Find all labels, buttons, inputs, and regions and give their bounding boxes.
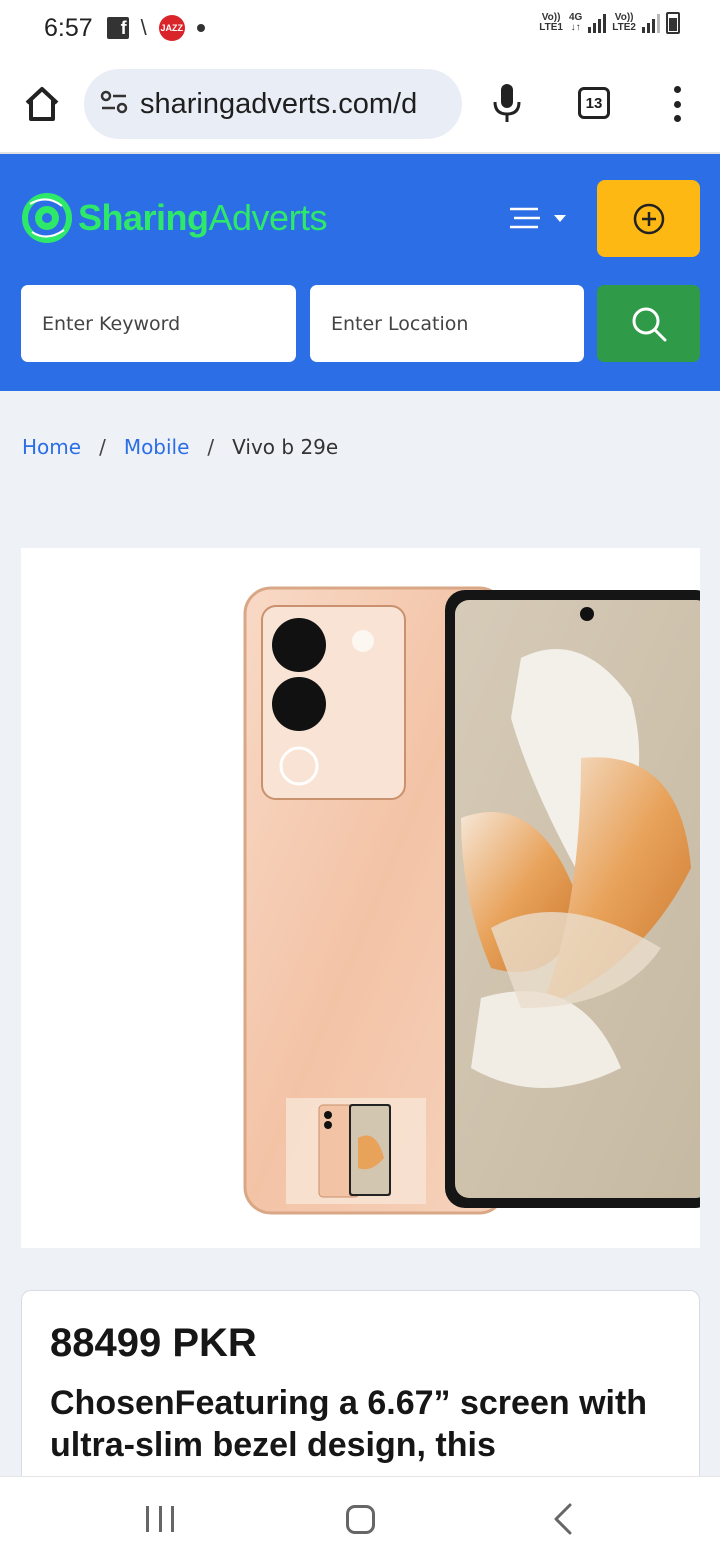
menu-icon — [510, 207, 566, 229]
more-vert-icon[interactable] — [670, 86, 684, 122]
status-bar: 6:57 f \ JAZZ Vo)) LTE1 4G ↓↑ Vo)) LTE2 — [0, 0, 720, 56]
logo-icon — [22, 193, 72, 243]
back-icon[interactable] — [550, 1501, 576, 1537]
notification-icons: f \ JAZZ — [106, 15, 205, 41]
more-notifications-icon — [196, 24, 205, 32]
data-status: 4G ↓↑ — [569, 13, 582, 33]
site-header: SharingAdverts — [0, 154, 720, 391]
site-logo[interactable]: SharingAdverts — [22, 184, 328, 252]
carrier-badge: JAZZ — [158, 15, 185, 41]
address-bar[interactable]: sharingadverts.com/d — [84, 69, 462, 139]
home-icon[interactable] — [22, 84, 62, 124]
sim1-type: LTE1 — [539, 22, 563, 33]
status-time: 6:57 — [44, 13, 93, 42]
signal-icon — [642, 13, 660, 33]
location-input[interactable] — [310, 285, 584, 362]
post-ad-button[interactable] — [597, 180, 700, 257]
search-icon — [632, 307, 666, 341]
logo-text-part2: Adverts — [208, 197, 328, 238]
product-description: ChosenFeaturing a 6.67” screen with ultr… — [50, 1384, 648, 1464]
app-notification-icon: \ — [140, 15, 147, 40]
logo-text-part1: Sharing — [78, 197, 209, 238]
home-button-icon[interactable] — [346, 1505, 375, 1534]
tabs-icon[interactable]: 13 — [578, 87, 610, 119]
network-status: Vo)) LTE1 4G ↓↑ Vo)) LTE2 — [539, 12, 680, 34]
breadcrumb-separator: / — [99, 435, 106, 459]
data-arrows: ↓↑ — [570, 22, 581, 33]
url-text[interactable]: sharingadverts.com/d — [140, 88, 417, 121]
system-nav-bar — [0, 1476, 720, 1560]
breadcrumb: Home / Mobile / Vivo b 29e — [22, 435, 338, 459]
product-price: 88499 PKR — [50, 1321, 257, 1365]
plus-circle-icon — [633, 203, 664, 234]
browser-toolbar: sharingadverts.com/d 13 — [0, 56, 720, 154]
logo-text: SharingAdverts — [78, 197, 328, 239]
facebook-icon: f — [106, 17, 129, 39]
keyword-input[interactable] — [21, 285, 296, 362]
breadcrumb-category[interactable]: Mobile — [124, 435, 190, 459]
breadcrumb-home[interactable]: Home — [22, 435, 81, 459]
site-settings-icon[interactable] — [100, 90, 128, 119]
product-image[interactable] — [21, 548, 700, 1248]
sim2-type: LTE2 — [612, 22, 636, 33]
sim2-status: Vo)) LTE2 — [612, 13, 636, 33]
microphone-icon[interactable] — [490, 82, 524, 124]
image-thumbnail[interactable] — [286, 1098, 426, 1204]
recent-apps-icon[interactable] — [146, 1506, 174, 1532]
sim1-status: Vo)) LTE1 — [539, 13, 563, 33]
battery-icon — [666, 12, 680, 34]
signal-icon — [588, 13, 607, 33]
search-button[interactable] — [597, 285, 700, 362]
breadcrumb-current: Vivo b 29e — [232, 435, 339, 459]
menu-toggle[interactable] — [510, 206, 570, 232]
breadcrumb-separator: / — [207, 435, 215, 459]
